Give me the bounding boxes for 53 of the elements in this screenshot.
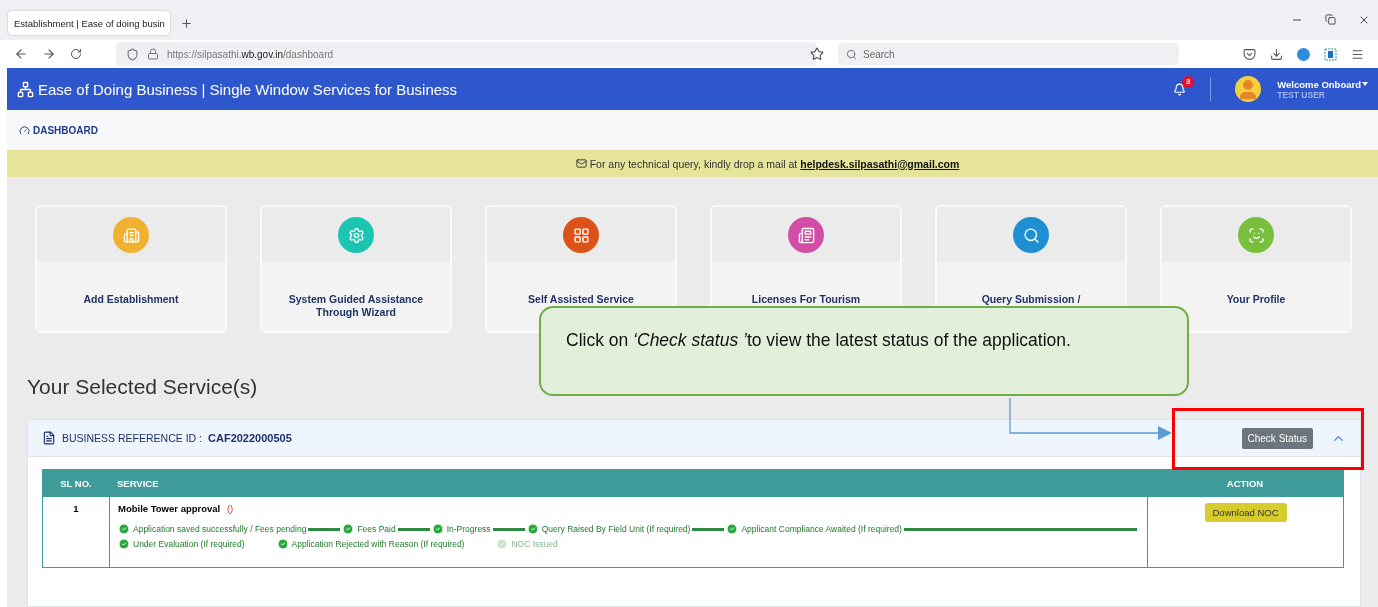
- nav-link[interactable]: DASHBOARD: [19, 124, 98, 136]
- notification-bell-icon[interactable]: [1173, 82, 1187, 96]
- progress-step: Application saved successfully / Fees pending: [133, 524, 307, 534]
- reference-label: BUSINESS REFERENCE ID :: [62, 432, 203, 444]
- caret-icon[interactable]: [1362, 82, 1368, 86]
- back-icon[interactable]: [14, 47, 28, 61]
- serial-number: 1: [73, 503, 79, 514]
- instruction-tooltip: Click on ‘Check status ’to view the latest status of the application.: [539, 306, 1189, 396]
- progress-step: Under Evaluation (If required): [133, 539, 245, 549]
- logo-icon: [17, 80, 34, 98]
- search-icon: [846, 48, 857, 60]
- lock-icon: [147, 48, 159, 60]
- browser-tab[interactable]: Establishment | Ease of doing busin: [8, 11, 170, 35]
- new-tab-icon[interactable]: [180, 17, 193, 30]
- column-header: SL NO.: [59, 478, 93, 489]
- user-avatar[interactable]: [1235, 76, 1262, 102]
- progress-step: Fees Paid: [357, 524, 396, 534]
- column-header: SERVICE: [116, 478, 160, 489]
- download-icon[interactable]: [1270, 47, 1283, 61]
- menu-icon[interactable]: [1351, 47, 1364, 61]
- pocket-icon[interactable]: [1243, 47, 1256, 61]
- progress-step: Application Rejected with Reason (If required): [291, 539, 465, 549]
- address-bar[interactable]: https://silpasathi.wb.gov.in/dashboard: [116, 42, 816, 66]
- download-noc-button[interactable]: Download NOC: [1204, 503, 1287, 522]
- restore-icon[interactable]: [1325, 14, 1336, 25]
- reference-id: CAF2022000505: [208, 432, 292, 444]
- gauge-icon: [19, 124, 30, 136]
- progress-step: Applicant Compliance Awaited (If required): [741, 524, 902, 534]
- close-icon[interactable]: [1358, 14, 1370, 26]
- search-field[interactable]: Search: [838, 43, 1179, 65]
- service-card[interactable]: Add Establishment: [35, 205, 227, 333]
- site-title: Ease of Doing Business | Single Window Services for Business: [38, 80, 458, 98]
- user-name: TEST USER: [1277, 89, 1326, 100]
- notice-text: For any technical query, kindly drop a mail at: [589, 157, 798, 170]
- progress-step: NOC Issued: [511, 539, 558, 549]
- shield-icon: [126, 47, 139, 61]
- service-name: Mobile Tower approval: [118, 503, 221, 514]
- mail-icon: [575, 158, 587, 169]
- service-note: (): [226, 503, 234, 514]
- check-status-button[interactable]: Check Status: [1241, 427, 1313, 449]
- welcome-label[interactable]: Welcome Onboard: [1277, 78, 1361, 90]
- service-card[interactable]: System Guided Assistance Through Wizard: [260, 205, 452, 333]
- progress-step: Query Raised By Field Unit (If required): [541, 524, 691, 534]
- document-icon: [42, 431, 56, 445]
- notification-count: 3: [1182, 75, 1195, 88]
- email-link[interactable]: helpdesk.silpasathi@gmail.com: [800, 157, 960, 170]
- section-title: Your Selected Service(s): [27, 375, 259, 399]
- forward-icon[interactable]: [42, 47, 56, 61]
- column-header: ACTION: [1225, 478, 1265, 489]
- bookmark-star-icon[interactable]: [810, 47, 824, 61]
- progress-step: In-Progress: [446, 524, 491, 534]
- reload-icon[interactable]: [70, 48, 82, 60]
- service-card[interactable]: Your Profile: [1160, 205, 1352, 333]
